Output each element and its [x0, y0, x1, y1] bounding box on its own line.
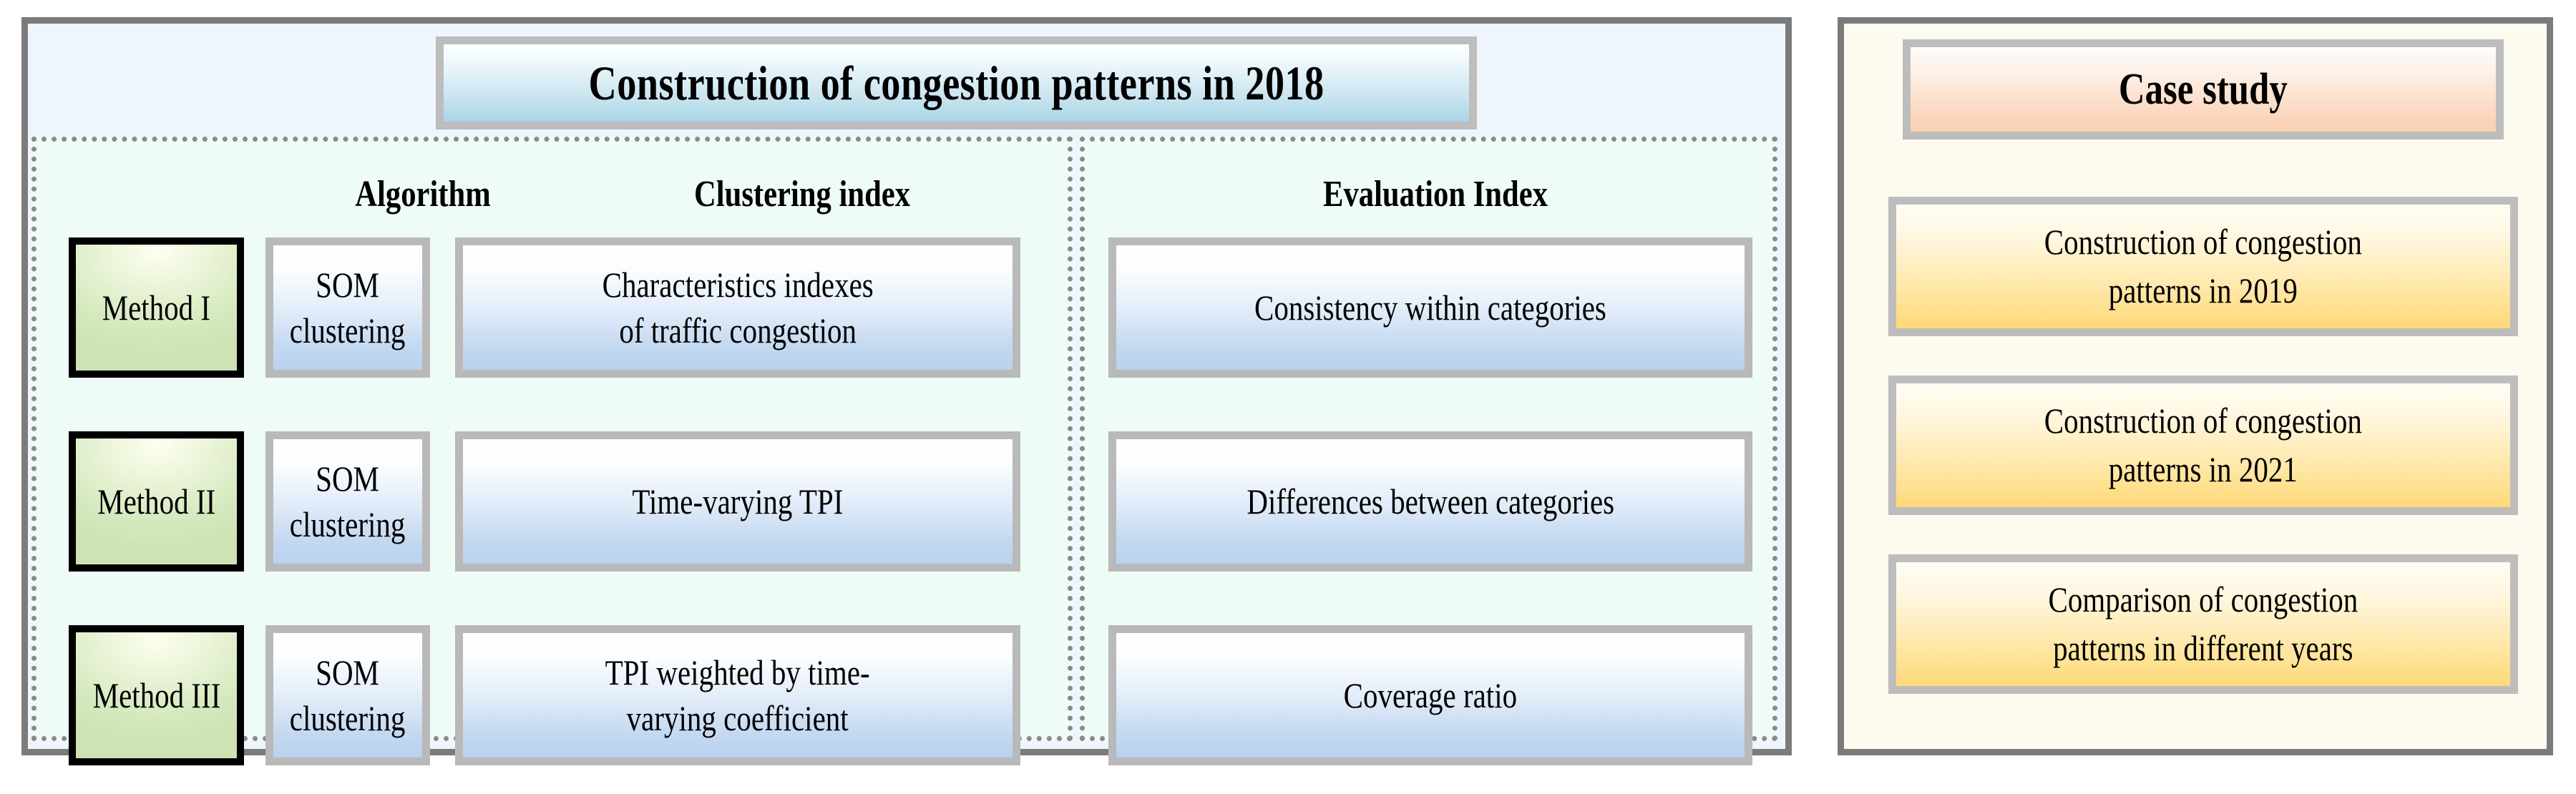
- column-header-evaluation-index: Evaluation Index: [1323, 174, 1548, 215]
- algorithm-box-1[interactable]: SOM clustering: [265, 237, 430, 378]
- clustering-index-label-1: Characteristics indexes of traffic conge…: [602, 265, 874, 351]
- column-header-algorithm: Algorithm: [355, 174, 491, 215]
- evaluation-index-box-3[interactable]: Coverage ratio: [1108, 625, 1752, 765]
- clustering-index-box-2[interactable]: Time-varying TPI: [455, 431, 1020, 572]
- left-panel-title-box: Construction of congestion patterns in 2…: [436, 36, 1477, 129]
- diagram-root: Construction of congestion patterns in 2…: [0, 0, 2576, 794]
- case-study-item-label-1: Construction of congestion patterns in 2…: [2044, 222, 2363, 310]
- clustering-index-label-3: TPI weighted by time- varying coefficien…: [605, 652, 871, 738]
- evaluation-index-box-2[interactable]: Differences between categories: [1108, 431, 1752, 572]
- clustering-index-box-1[interactable]: Characteristics indexes of traffic conge…: [455, 237, 1020, 378]
- case-study-title-box: Case study: [1903, 39, 2504, 139]
- clustering-index-box-3[interactable]: TPI weighted by time- varying coefficien…: [455, 625, 1020, 765]
- evaluation-index-label-2: Differences between categories: [1246, 481, 1614, 521]
- method-label-2: Method II: [97, 481, 216, 521]
- algorithm-box-3[interactable]: SOM clustering: [265, 625, 430, 765]
- left-panel-title-text: Construction of congestion patterns in 2…: [588, 55, 1324, 110]
- case-study-item-label-3: Comparison of congestion patterns in dif…: [2048, 579, 2358, 668]
- left-panel: Construction of congestion patterns in 2…: [21, 17, 1792, 765]
- method-label-1: Method I: [102, 288, 211, 328]
- case-study-title-text: Case study: [2119, 64, 2288, 114]
- case-study-item-3[interactable]: Comparison of congestion patterns in dif…: [1888, 554, 2518, 694]
- methods-dashed-container: Algorithm Clustering index Method I SOM …: [31, 137, 1073, 765]
- clustering-index-label-2: Time-varying TPI: [632, 481, 844, 521]
- column-header-clustering-index: Clustering index: [693, 174, 911, 215]
- algorithm-box-2[interactable]: SOM clustering: [265, 431, 430, 572]
- evaluation-dashed-container: Evaluation Index Consistency within cate…: [1080, 137, 1777, 765]
- method-label-3: Method III: [92, 675, 220, 715]
- algorithm-label-3: SOM clustering: [290, 652, 406, 738]
- case-study-item-1[interactable]: Construction of congestion patterns in 2…: [1888, 197, 2518, 336]
- algorithm-label-1: SOM clustering: [290, 265, 406, 351]
- method-box-2[interactable]: Method II: [69, 431, 244, 572]
- right-panel: Case study Construction of congestion pa…: [1838, 17, 2553, 755]
- case-study-item-2[interactable]: Construction of congestion patterns in 2…: [1888, 376, 2518, 515]
- evaluation-index-label-1: Consistency within categories: [1254, 288, 1606, 328]
- case-study-item-label-2: Construction of congestion patterns in 2…: [2044, 401, 2363, 489]
- method-box-3[interactable]: Method III: [69, 625, 244, 765]
- evaluation-index-box-1[interactable]: Consistency within categories: [1108, 237, 1752, 378]
- algorithm-label-2: SOM clustering: [290, 459, 406, 544]
- evaluation-index-label-3: Coverage ratio: [1343, 675, 1518, 715]
- method-box-1[interactable]: Method I: [69, 237, 244, 378]
